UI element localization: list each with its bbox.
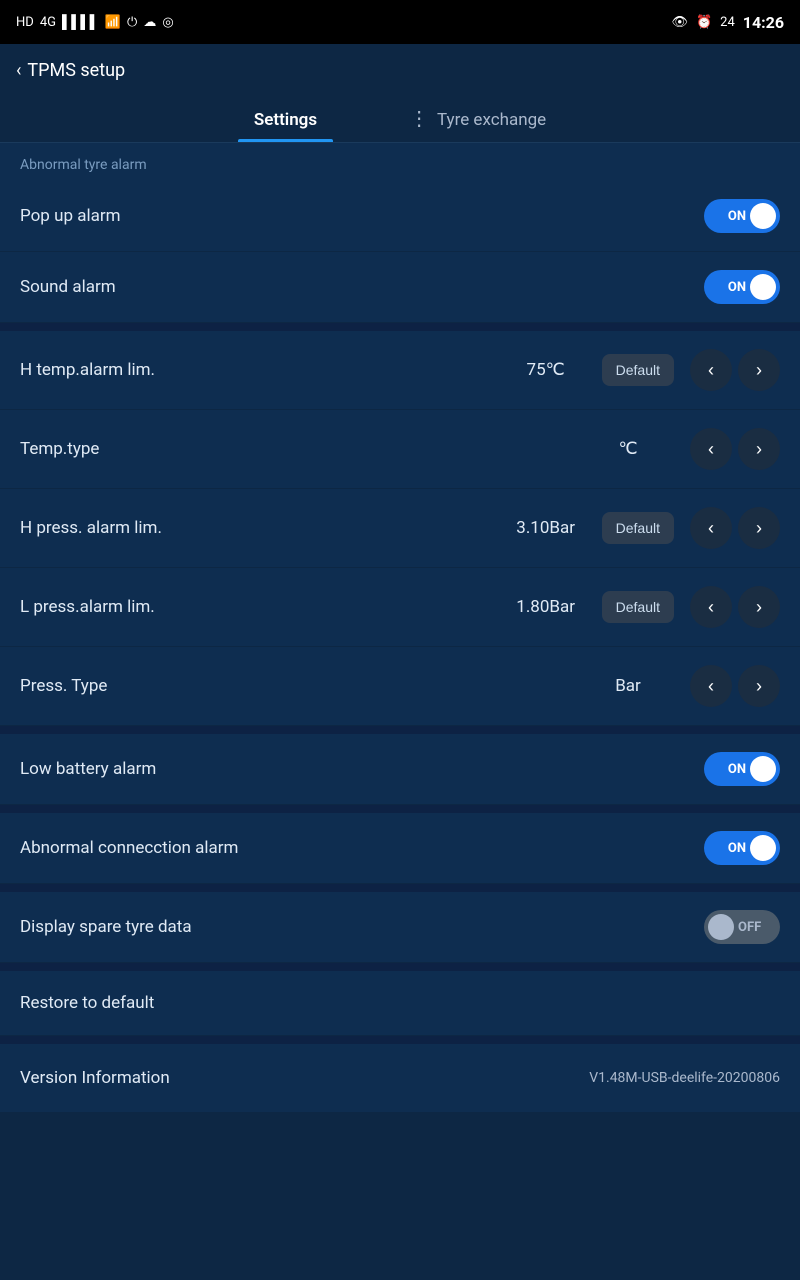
h-temp-alarm-value: 75℃	[506, 360, 586, 380]
settings-content: Abnormal tyre alarm Pop up alarm ON Soun…	[0, 143, 800, 1112]
low-battery-alarm-toggle[interactable]: ON	[704, 752, 780, 786]
temp-type-controls: ‹ ›	[684, 428, 780, 470]
divider-4	[0, 884, 800, 892]
restore-default-row[interactable]: Restore to default	[0, 971, 800, 1036]
sound-alarm-toggle-label: ON	[728, 280, 746, 295]
sound-alarm-toggle[interactable]: ON	[704, 270, 780, 304]
eye-icon: 👁	[671, 15, 688, 30]
restore-default-label: Restore to default	[20, 993, 154, 1013]
tab-tyre-exchange[interactable]: ⋮ Tyre exchange	[393, 96, 562, 142]
version-info-value: V1.48M-USB-deelife-20200806	[589, 1070, 780, 1086]
press-type-row: Press. Type Bar ‹ ›	[0, 647, 800, 726]
temp-type-value: ℃	[588, 439, 668, 459]
low-battery-toggle-circle	[750, 756, 776, 782]
l-press-alarm-controls: Default ‹ ›	[602, 586, 780, 628]
divider-1	[0, 323, 800, 331]
display-spare-toggle-circle	[708, 914, 734, 940]
sound-alarm-label: Sound alarm	[20, 277, 704, 297]
popup-alarm-toggle-circle	[750, 203, 776, 229]
temp-type-decrement-button[interactable]: ‹	[690, 428, 732, 470]
alarm-icon: ⏰	[696, 15, 712, 30]
divider-5	[0, 963, 800, 971]
page-title: TPMS setup	[27, 60, 125, 81]
back-button[interactable]: ‹ TPMS setup	[16, 60, 125, 81]
top-bar: ‹ TPMS setup	[0, 44, 800, 96]
abnormal-connection-toggle[interactable]: ON	[704, 831, 780, 865]
display-spare-toggle[interactable]: OFF	[704, 910, 780, 944]
h-temp-alarm-label: H temp.alarm lim.	[20, 360, 506, 380]
version-info-row: Version Information V1.48M-USB-deelife-2…	[0, 1044, 800, 1112]
temp-type-increment-button[interactable]: ›	[738, 428, 780, 470]
divider-3	[0, 805, 800, 813]
popup-alarm-toggle-label: ON	[728, 209, 746, 224]
h-temp-decrement-button[interactable]: ‹	[690, 349, 732, 391]
tab-tyre-exchange-label: Tyre exchange	[437, 110, 546, 130]
abnormal-connection-label: Abnormal connecction alarm	[20, 838, 704, 858]
h-press-alarm-value: 3.10Bar	[506, 518, 586, 538]
tab-settings[interactable]: Settings	[238, 100, 333, 142]
status-bar: HD 4G ▌▌▌▌ 📶 ⏻ ☁ ◎ 👁 ⏰ 24 14:26	[0, 0, 800, 44]
h-temp-default-button[interactable]: Default	[602, 354, 674, 386]
display-spare-toggle-label: OFF	[738, 920, 761, 935]
battery-level: 24	[720, 15, 735, 30]
display-spare-label: Display spare tyre data	[20, 917, 704, 937]
popup-alarm-row: Pop up alarm ON	[0, 181, 800, 252]
cloud-icon: ☁	[143, 15, 156, 30]
signal-icon: ▌▌▌▌	[62, 14, 99, 30]
h-press-alarm-label: H press. alarm lim.	[20, 518, 506, 538]
low-battery-alarm-row: Low battery alarm ON	[0, 734, 800, 805]
h-press-default-button[interactable]: Default	[602, 512, 674, 544]
tabs-bar: Settings ⋮ Tyre exchange	[0, 96, 800, 143]
tab-dots-icon: ⋮	[409, 106, 429, 130]
h-press-alarm-controls: Default ‹ ›	[602, 507, 780, 549]
press-type-increment-button[interactable]: ›	[738, 665, 780, 707]
shield-icon: ◎	[162, 15, 173, 30]
display-spare-row: Display spare tyre data OFF	[0, 892, 800, 963]
press-type-decrement-button[interactable]: ‹	[690, 665, 732, 707]
h-temp-increment-button[interactable]: ›	[738, 349, 780, 391]
status-left: HD 4G ▌▌▌▌ 📶 ⏻ ☁ ◎	[16, 14, 174, 30]
hd-icon: HD	[16, 15, 34, 30]
status-right: 👁 ⏰ 24 14:26	[671, 13, 784, 32]
sound-alarm-row: Sound alarm ON	[0, 252, 800, 323]
l-press-increment-button[interactable]: ›	[738, 586, 780, 628]
h-press-increment-button[interactable]: ›	[738, 507, 780, 549]
press-type-controls: ‹ ›	[684, 665, 780, 707]
divider-6	[0, 1036, 800, 1044]
temp-type-label: Temp.type	[20, 439, 588, 459]
l-press-alarm-row: L press.alarm lim. 1.80Bar Default ‹ ›	[0, 568, 800, 647]
h-press-decrement-button[interactable]: ‹	[690, 507, 732, 549]
l-press-decrement-button[interactable]: ‹	[690, 586, 732, 628]
network-icon: 4G	[40, 15, 56, 30]
version-info-label: Version Information	[20, 1068, 589, 1088]
tab-settings-label: Settings	[254, 110, 317, 130]
section-header-abnormal: Abnormal tyre alarm	[0, 143, 800, 181]
l-press-alarm-value: 1.80Bar	[506, 597, 586, 617]
divider-2	[0, 726, 800, 734]
abnormal-connection-toggle-circle	[750, 835, 776, 861]
l-press-default-button[interactable]: Default	[602, 591, 674, 623]
low-battery-toggle-label: ON	[728, 762, 746, 777]
press-type-label: Press. Type	[20, 676, 588, 696]
popup-alarm-label: Pop up alarm	[20, 206, 704, 226]
low-battery-alarm-label: Low battery alarm	[20, 759, 704, 779]
press-type-value: Bar	[588, 676, 668, 696]
wifi-icon: 📶	[105, 15, 121, 30]
temp-type-row: Temp.type ℃ ‹ ›	[0, 410, 800, 489]
l-press-alarm-label: L press.alarm lim.	[20, 597, 506, 617]
abnormal-connection-row: Abnormal connecction alarm ON	[0, 813, 800, 884]
h-temp-alarm-row: H temp.alarm lim. 75℃ Default ‹ ›	[0, 331, 800, 410]
popup-alarm-toggle[interactable]: ON	[704, 199, 780, 233]
status-time: 14:26	[743, 13, 784, 32]
power-icon: ⏻	[127, 15, 137, 30]
h-temp-alarm-controls: Default ‹ ›	[602, 349, 780, 391]
h-press-alarm-row: H press. alarm lim. 3.10Bar Default ‹ ›	[0, 489, 800, 568]
back-arrow-icon: ‹	[16, 60, 21, 81]
sound-alarm-toggle-circle	[750, 274, 776, 300]
abnormal-connection-toggle-label: ON	[728, 841, 746, 856]
